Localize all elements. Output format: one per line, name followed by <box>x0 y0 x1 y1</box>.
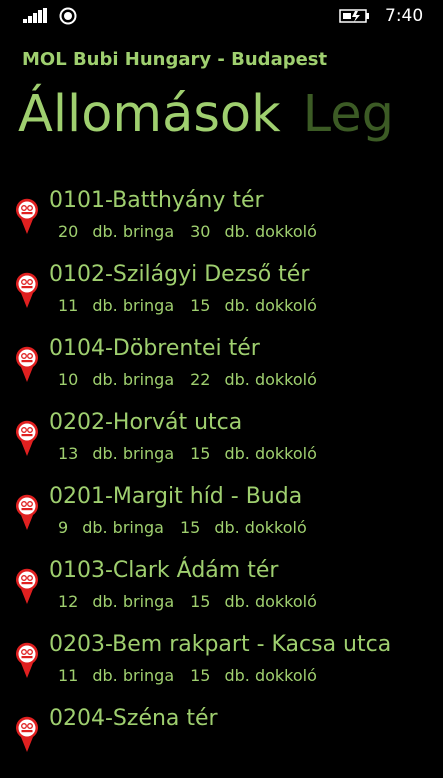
station-item[interactable]: 0102-Szilágyi Dezső tér 11 db. bringa 15 db… <box>0 260 443 334</box>
station-availability: 11 db. bringa 15 db. dokkoló <box>58 666 331 685</box>
pivot-tab-next[interactable]: Leg <box>303 85 394 144</box>
station-availability: 9 db. bringa 15 db. dokkoló <box>58 518 321 537</box>
bubi-pin-icon <box>16 272 39 308</box>
station-name: 0204-Széna tér <box>49 706 218 731</box>
dock-count: 15 <box>190 666 211 685</box>
station-availability: 10 db. bringa 22 db. dokkoló <box>58 370 331 389</box>
bike-label: db. bringa <box>92 666 175 685</box>
station-availability: 11 db. bringa 15 db. dokkoló <box>58 296 331 315</box>
dock-count: 15 <box>190 296 211 315</box>
bubi-pin-icon <box>16 716 39 752</box>
bike-label: db. bringa <box>92 370 175 389</box>
station-availability: 20 db. bringa 30 db. dokkoló <box>58 222 331 241</box>
station-item[interactable]: 0203-Bem rakpart - Kacsa utca 11 db. brin… <box>0 630 443 704</box>
bike-label: db. bringa <box>92 592 175 611</box>
station-name: 0202-Horvát utca <box>49 410 243 435</box>
bike-count: 11 <box>58 666 79 685</box>
signal-strength-icon <box>23 8 49 23</box>
station-name: 0201-Margit híd - Buda <box>49 484 303 509</box>
station-item[interactable]: 0202-Horvát utca 13 db. bringa 15 db. dokko… <box>0 408 443 482</box>
dock-label: db. dokkoló <box>224 370 317 389</box>
station-item[interactable]: 0204-Széna tér <box>0 704 443 778</box>
station-item[interactable]: 0201-Margit híd - Buda 9 db. bringa 15 db. … <box>0 482 443 556</box>
bike-count: 10 <box>58 370 79 389</box>
bike-count: 9 <box>58 518 69 537</box>
station-name: 0101-Batthyány tér <box>49 188 264 213</box>
bike-count: 20 <box>58 222 79 241</box>
dock-label: db. dokkoló <box>224 444 317 463</box>
station-item[interactable]: 0103-Clark Ádám tér 12 db. bringa 15 db. do… <box>0 556 443 630</box>
bubi-pin-icon <box>16 346 39 382</box>
dock-count: 15 <box>190 444 211 463</box>
bubi-pin-icon <box>16 198 39 234</box>
dock-count: 30 <box>190 222 211 241</box>
bubi-pin-icon <box>16 642 39 678</box>
station-availability: 13 db. bringa 15 db. dokkoló <box>58 444 331 463</box>
app-title: MOL Bubi Hungary - Budapest <box>22 49 328 70</box>
wifi-icon <box>59 7 77 25</box>
dock-label: db. dokkoló <box>224 222 317 241</box>
pivot-tab-stations[interactable]: Állomások <box>18 85 281 144</box>
bike-label: db. bringa <box>92 222 175 241</box>
bike-count: 13 <box>58 444 79 463</box>
bubi-pin-icon <box>16 420 39 456</box>
station-name: 0102-Szilágyi Dezső tér <box>49 262 310 287</box>
station-availability: 12 db. bringa 15 db. dokkoló <box>58 592 331 611</box>
clock: 7:40 <box>385 6 424 26</box>
station-name: 0203-Bem rakpart - Kacsa utca <box>49 632 392 657</box>
dock-label: db. dokkoló <box>214 518 307 537</box>
dock-count: 15 <box>179 518 201 537</box>
station-item[interactable]: 0104-Döbrentei tér 10 db. bringa 22 db. dok… <box>0 334 443 408</box>
bubi-pin-icon <box>16 494 39 530</box>
bike-label: db. bringa <box>82 518 164 537</box>
dock-label: db. dokkoló <box>224 592 317 611</box>
station-item[interactable]: 0101-Batthyány tér 20 db. bringa 30 db. dok… <box>0 186 443 260</box>
bike-label: db. bringa <box>92 296 175 315</box>
bubi-pin-icon <box>16 568 39 604</box>
dock-count: 15 <box>190 592 211 611</box>
station-list: 0101-Batthyány tér 20 db. bringa 30 db. dok… <box>0 186 443 778</box>
dock-label: db. dokkoló <box>224 296 317 315</box>
bike-count: 12 <box>58 592 79 611</box>
battery-charging-icon <box>339 9 369 23</box>
bike-label: db. bringa <box>92 444 175 463</box>
station-name: 0104-Döbrentei tér <box>49 336 260 361</box>
bike-count: 11 <box>58 296 79 315</box>
station-name: 0103-Clark Ádám tér <box>49 558 279 583</box>
dock-count: 22 <box>190 370 211 389</box>
dock-label: db. dokkoló <box>224 666 317 685</box>
pivot-header: Állomások Leg <box>18 80 416 150</box>
status-bar: 7:40 <box>0 0 443 34</box>
